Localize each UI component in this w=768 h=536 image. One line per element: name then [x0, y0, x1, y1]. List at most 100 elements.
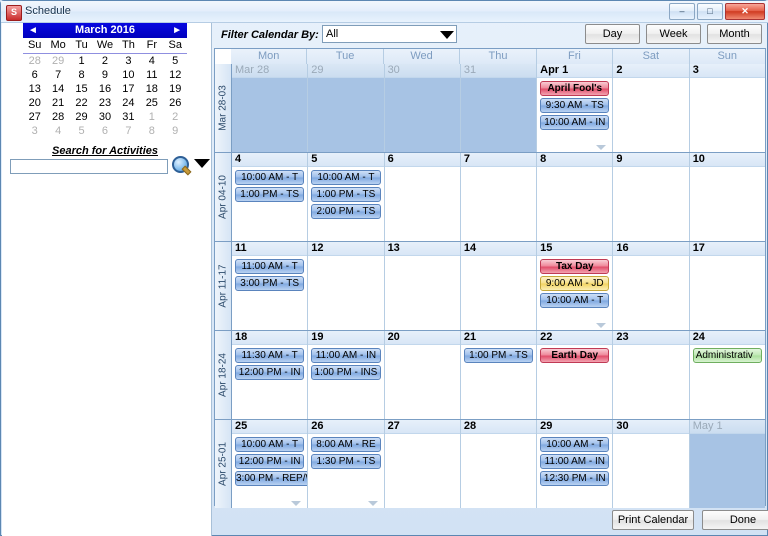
event-chip[interactable]: 10:00 AM - T	[311, 170, 381, 185]
calendar-day-cell[interactable]: 30	[613, 420, 690, 508]
mini-cal-day[interactable]: 19	[164, 82, 187, 96]
print-calendar-button[interactable]: Print Calendar	[612, 510, 694, 530]
event-chip[interactable]: 12:30 PM - IN	[540, 471, 610, 486]
day-view-button[interactable]: Day	[585, 24, 640, 44]
calendar-day-cell[interactable]: 5 10:00 AM - T 1:00 PM - TS 2:00 PM - TS	[308, 153, 385, 241]
event-chip[interactable]: 1:30 PM - TS	[311, 454, 381, 469]
mini-cal-day[interactable]: 25	[140, 96, 163, 110]
event-chip[interactable]: 11:00 AM - T	[235, 259, 305, 274]
mini-cal-day[interactable]: 12	[164, 68, 187, 82]
mini-cal-day[interactable]: 18	[140, 82, 163, 96]
event-chip[interactable]: 11:00 AM - IN	[540, 454, 610, 469]
mini-cal-day[interactable]: 14	[46, 82, 69, 96]
mini-cal-day[interactable]: 29	[46, 54, 69, 68]
event-chip[interactable]: Administrativ	[692, 348, 762, 363]
event-chip[interactable]: Earth Day	[540, 348, 610, 363]
month-view-button[interactable]: Month	[707, 24, 762, 44]
event-chip[interactable]: 11:00 AM - IN	[311, 348, 381, 363]
mini-cal-day[interactable]: 24	[117, 96, 140, 110]
mini-cal-day[interactable]: 3	[23, 124, 46, 138]
more-events-chevron-down-icon[interactable]	[596, 145, 607, 150]
mini-cal-day[interactable]: 29	[70, 110, 93, 124]
event-chip[interactable]: 1:00 PM - TS	[311, 187, 381, 202]
event-chip[interactable]: 11:30 AM - T	[235, 348, 305, 363]
mini-cal-day[interactable]: 5	[164, 54, 187, 68]
calendar-day-cell[interactable]: 29	[308, 64, 385, 152]
calendar-day-cell[interactable]: 2	[613, 64, 690, 152]
calendar-day-cell[interactable]: 27	[384, 420, 461, 508]
event-chip[interactable]: 9:30 AM - TS	[540, 98, 610, 113]
mini-cal-day[interactable]: 20	[23, 96, 46, 110]
mini-cal-day[interactable]: 30	[93, 110, 116, 124]
calendar-day-cell[interactable]: 6	[384, 153, 461, 241]
mini-cal-day[interactable]: 7	[117, 124, 140, 138]
calendar-day-cell[interactable]: 7	[460, 153, 538, 241]
calendar-day-cell[interactable]: 17	[689, 242, 765, 330]
calendar-day-cell[interactable]: 14	[460, 242, 538, 330]
mini-cal-day[interactable]: 28	[23, 54, 46, 68]
calendar-day-cell[interactable]: 11 11:00 AM - T 3:00 PM - TS	[232, 242, 309, 330]
calendar-day-cell[interactable]: 3	[689, 64, 765, 152]
mini-cal-day[interactable]: 9	[164, 124, 187, 138]
event-chip[interactable]: 10:00 AM - IN	[540, 115, 610, 130]
minimize-button[interactable]: –	[669, 3, 695, 20]
mini-cal-day[interactable]: 13	[23, 82, 46, 96]
more-events-chevron-down-icon[interactable]	[596, 323, 607, 328]
mini-cal-day[interactable]: 1	[70, 54, 93, 68]
calendar-day-cell[interactable]: Mar 28	[232, 64, 309, 152]
calendar-day-cell[interactable]: 29 10:00 AM - T 11:00 AM - IN 12:30 PM - IN	[537, 420, 614, 508]
search-dropdown-icon[interactable]	[194, 159, 210, 168]
mini-cal-day[interactable]: 27	[23, 110, 46, 124]
calendar-day-cell[interactable]: 26 8:00 AM - RE 1:30 PM - TS	[308, 420, 385, 508]
calendar-day-cell[interactable]: 13	[384, 242, 461, 330]
event-chip[interactable]: 3:00 PM - TS	[235, 276, 305, 291]
week-range-label[interactable]: Mar 28-03	[215, 64, 232, 152]
maximize-button[interactable]: □	[697, 3, 723, 20]
event-chip[interactable]: 10:00 AM - T	[540, 293, 610, 308]
mini-cal-day[interactable]: 7	[46, 68, 69, 82]
event-chip[interactable]: 1:00 PM - INS	[311, 365, 381, 380]
calendar-day-cell[interactable]: 19 11:00 AM - IN 1:00 PM - INS	[308, 331, 385, 419]
event-chip[interactable]: 3:00 PM - REP/WAR LG-1831	[235, 471, 308, 486]
filter-combo[interactable]: All	[322, 25, 457, 43]
calendar-day-cell[interactable]: 23	[613, 331, 690, 419]
mini-cal-day[interactable]: 6	[93, 124, 116, 138]
mini-cal-day[interactable]: 15	[70, 82, 93, 96]
mini-cal-day[interactable]: 1	[140, 110, 163, 124]
mini-cal-day[interactable]: 8	[70, 68, 93, 82]
calendar-day-cell[interactable]: 16	[613, 242, 690, 330]
chevron-down-icon[interactable]	[438, 26, 456, 42]
calendar-day-cell[interactable]: May 1	[689, 420, 765, 508]
calendar-day-cell[interactable]: 12	[308, 242, 385, 330]
mini-cal-day[interactable]: 9	[93, 68, 116, 82]
mini-cal-day[interactable]: 2	[164, 110, 187, 124]
mini-cal-day[interactable]: 2	[93, 54, 116, 68]
mini-cal-day[interactable]: 31	[117, 110, 140, 124]
calendar-day-cell[interactable]: 9	[613, 153, 690, 241]
week-view-button[interactable]: Week	[646, 24, 701, 44]
calendar-day-cell[interactable]: 24 Administrativ	[689, 331, 765, 419]
calendar-day-cell[interactable]: 4 10:00 AM - T 1:00 PM - TS	[232, 153, 309, 241]
calendar-day-cell[interactable]: 28	[460, 420, 538, 508]
event-chip[interactable]: Tax Day	[540, 259, 610, 274]
calendar-day-cell[interactable]: 8	[537, 153, 614, 241]
calendar-day-cell[interactable]: 15 Tax Day 9:00 AM - JD 10:00 AM - T	[537, 242, 614, 330]
calendar-day-cell[interactable]: Apr 1 April Fool's 9:30 AM - TS 10:00 AM - …	[537, 64, 614, 152]
event-chip[interactable]: 9:00 AM - JD	[540, 276, 610, 291]
mini-cal-day[interactable]: 16	[93, 82, 116, 96]
calendar-day-cell[interactable]: 21 1:00 PM - TS	[460, 331, 538, 419]
mini-cal-day[interactable]: 6	[23, 68, 46, 82]
event-chip[interactable]: 10:00 AM - T	[235, 170, 305, 185]
search-field[interactable]	[10, 159, 168, 174]
event-chip[interactable]: 10:00 AM - T	[235, 437, 305, 452]
event-chip[interactable]: 1:00 PM - TS	[235, 187, 305, 202]
calendar-day-cell[interactable]: 30	[384, 64, 461, 152]
calendar-day-cell[interactable]: 10	[689, 153, 765, 241]
mini-cal-day[interactable]: 17	[117, 82, 140, 96]
done-button[interactable]: Done	[702, 510, 768, 530]
prev-month-icon[interactable]: ◄	[28, 24, 38, 37]
mini-cal-day[interactable]: 10	[117, 68, 140, 82]
mini-cal-day[interactable]: 11	[140, 68, 163, 82]
event-chip[interactable]: 2:00 PM - TS	[311, 204, 381, 219]
event-chip[interactable]: April Fool's	[540, 81, 610, 96]
